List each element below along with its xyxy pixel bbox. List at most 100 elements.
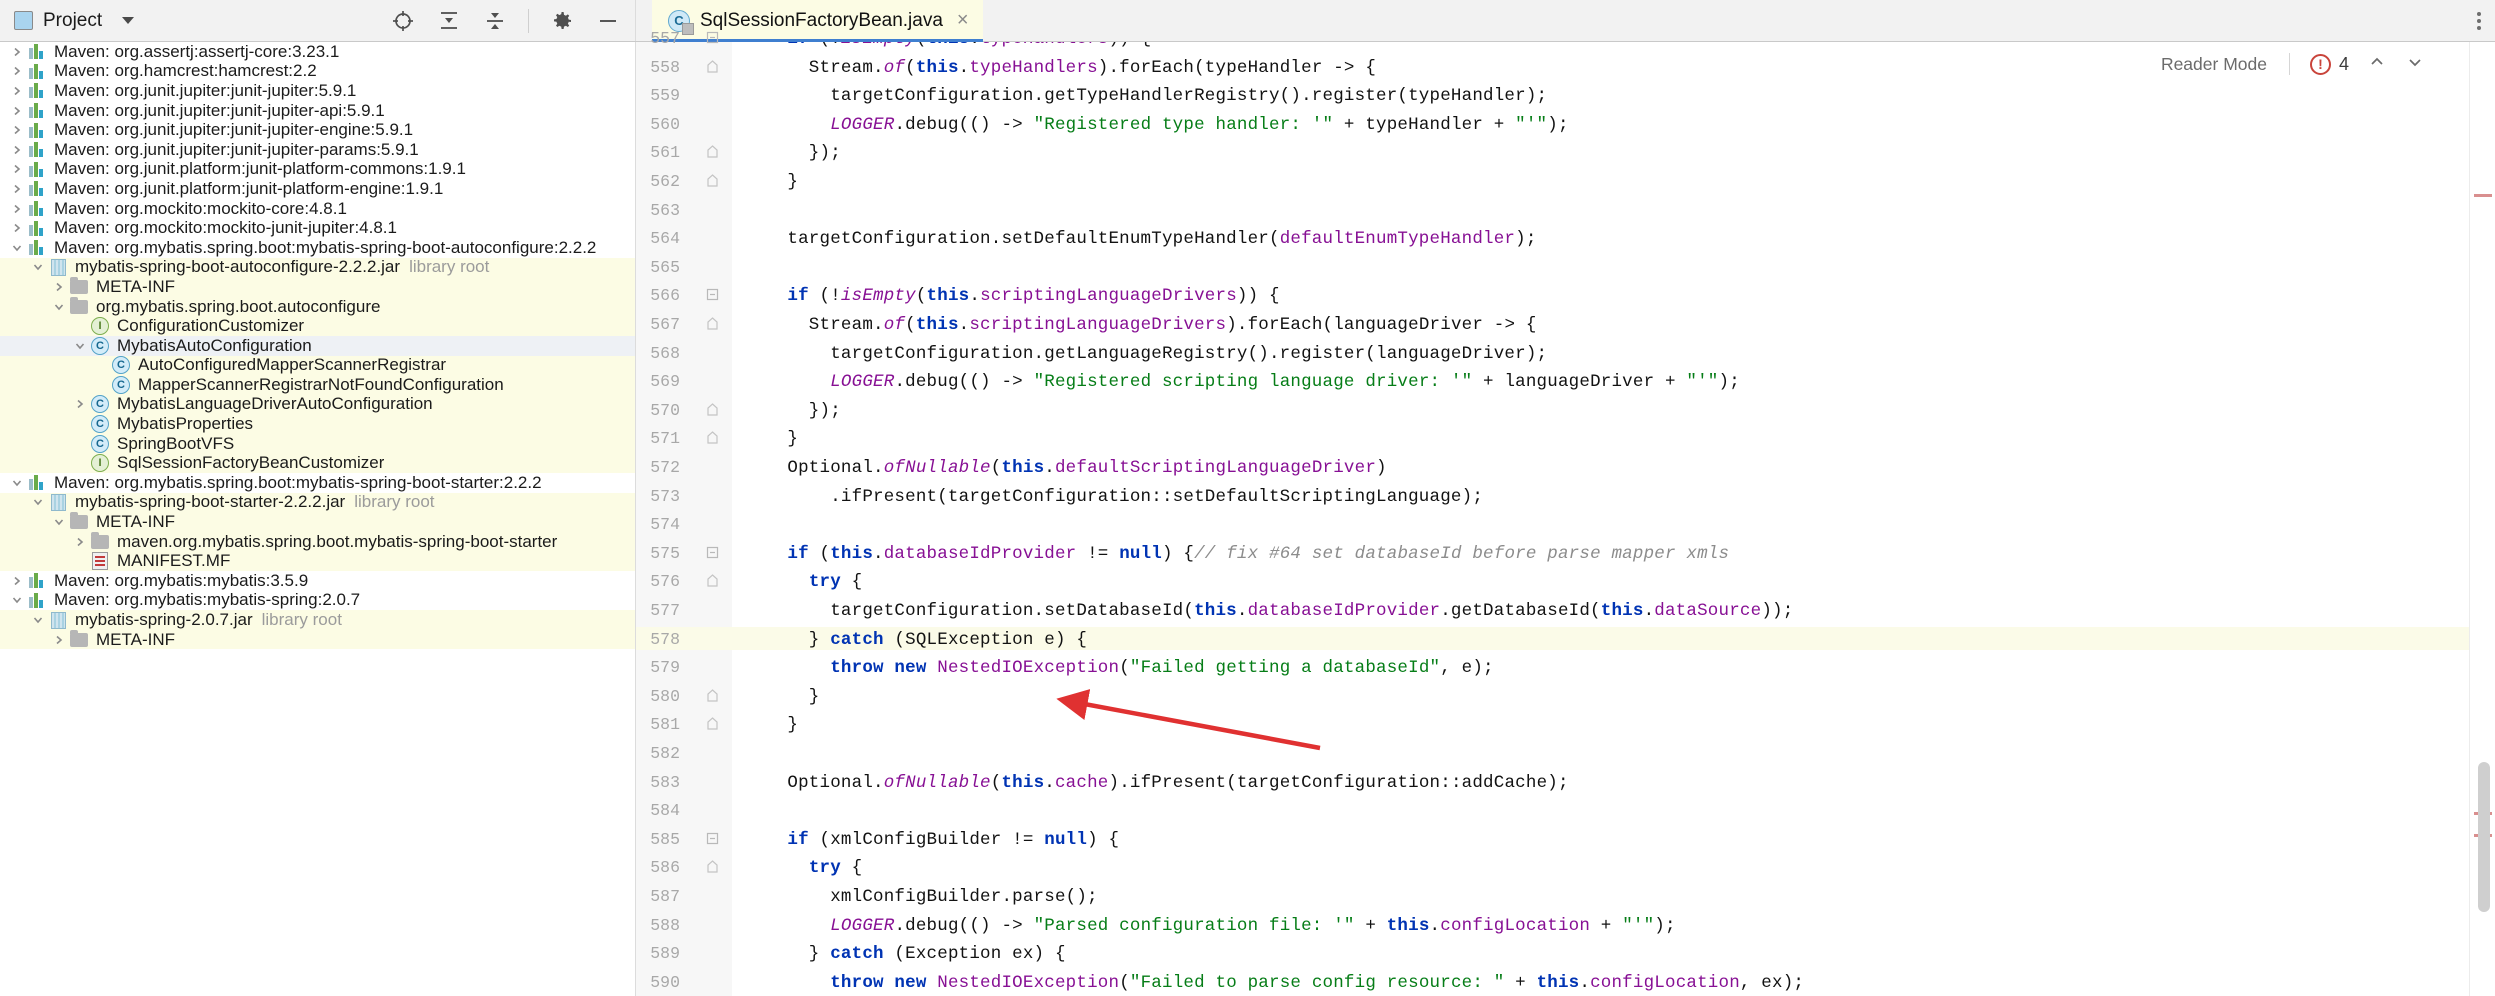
tree-row[interactable]: I SqlSessionFactoryBeanCustomizer (0, 453, 635, 474)
code-line[interactable]: targetConfiguration.setDatabaseId(this.d… (766, 601, 1793, 621)
chevron-down-icon[interactable] (8, 477, 26, 489)
code-line[interactable]: if (xmlConfigBuilder != null) { (766, 830, 1119, 850)
code-line[interactable]: LOGGER.debug(() -> "Registered type hand… (766, 115, 1569, 135)
tree-row[interactable]: Maven: org.assertj:assertj-core:3.23.1 (0, 42, 635, 62)
code-line[interactable]: if (!isEmpty(this.scriptingLanguageDrive… (766, 286, 1280, 306)
tree-row[interactable]: Maven: org.junit.jupiter:junit-jupiter-e… (0, 120, 635, 140)
prev-problem-icon[interactable] (2367, 52, 2387, 77)
tree-row[interactable]: Maven: org.junit.platform:junit-platform… (0, 179, 635, 199)
collapse-all-icon[interactable] (482, 8, 508, 34)
more-options-icon[interactable] (2477, 11, 2481, 30)
code-fold-marker[interactable] (706, 574, 719, 592)
tree-row[interactable]: Maven: org.mybatis:mybatis-spring:2.0.7 (0, 590, 635, 611)
tree-row[interactable]: org.mybatis.spring.boot.autoconfigure (0, 296, 635, 317)
code-line[interactable]: }); (766, 143, 841, 163)
code-line[interactable]: } catch (SQLException e) { (766, 630, 1087, 650)
close-icon[interactable]: × (957, 9, 969, 32)
code-line[interactable]: throw new NestedIOException("Failed to p… (766, 973, 1804, 993)
chevron-down-icon[interactable] (29, 614, 47, 626)
tree-row[interactable]: MANIFEST.MF (0, 551, 635, 572)
minimize-icon[interactable] (595, 8, 621, 34)
reader-mode-label[interactable]: Reader Mode (2161, 54, 2289, 75)
code-fold-marker[interactable] (706, 288, 719, 306)
tree-row[interactable]: Maven: org.junit.jupiter:junit-jupiter-a… (0, 101, 635, 121)
tree-row[interactable]: Maven: org.mybatis.spring.boot:mybatis-s… (0, 238, 635, 258)
tree-row[interactable]: Maven: org.mybatis.spring.boot:mybatis-s… (0, 473, 635, 493)
project-tree[interactable]: Maven: org.assertj:assertj-core:3.23.1 Ma… (0, 42, 636, 996)
code-fold-marker[interactable] (706, 174, 719, 192)
code-line[interactable]: } catch (Exception ex) { (766, 944, 1066, 964)
tree-row[interactable]: META-INF (0, 512, 635, 532)
code-line[interactable]: }); (766, 401, 841, 421)
chevron-right-icon[interactable] (8, 203, 26, 215)
chevron-right-icon[interactable] (71, 536, 89, 548)
tree-row[interactable]: META-INF (0, 629, 635, 650)
editor-marker-bar[interactable] (2469, 42, 2495, 996)
code-fold-marker[interactable] (706, 59, 719, 78)
code-fold-marker[interactable] (706, 145, 719, 163)
chevron-down-icon[interactable] (8, 242, 26, 254)
chevron-right-icon[interactable] (8, 124, 26, 136)
code-fold-marker[interactable] (706, 832, 719, 850)
tree-row[interactable]: Maven: org.junit.jupiter:junit-jupiter:5… (0, 81, 635, 101)
code-line[interactable]: LOGGER.debug(() -> "Registered scripting… (766, 372, 1740, 392)
code-fold-marker[interactable] (706, 31, 719, 49)
chevron-right-icon[interactable] (8, 105, 26, 117)
problem-marker[interactable] (2474, 194, 2492, 197)
code-line[interactable]: } (766, 172, 798, 192)
chevron-down-icon[interactable] (50, 516, 68, 528)
code-line[interactable]: } (766, 715, 798, 735)
code-line[interactable]: Optional.ofNullable(this.defaultScriptin… (766, 458, 1387, 478)
tree-row[interactable]: mybatis-spring-boot-autoconfigure-2.2.2.… (0, 257, 635, 278)
chevron-down-icon[interactable] (29, 496, 47, 508)
chevron-right-icon[interactable] (50, 281, 68, 293)
code-content[interactable]: Reader Mode ! 4 if (!isEmpty(this.typeHa… (732, 42, 2469, 996)
code-line[interactable]: Stream.of(this.typeHandlers).forEach(typ… (766, 58, 1376, 78)
code-line[interactable]: throw new NestedIOException("Failed gett… (766, 658, 1494, 678)
chevron-right-icon[interactable] (8, 65, 26, 77)
tree-row[interactable]: Maven: org.junit.jupiter:junit-jupiter-p… (0, 140, 635, 160)
tree-row[interactable]: mybatis-spring-boot-starter-2.2.2.jar lib… (0, 492, 635, 513)
chevron-down-icon[interactable] (122, 17, 135, 24)
tree-row[interactable]: C MybatisProperties (0, 414, 635, 434)
code-fold-marker[interactable] (706, 717, 719, 735)
tree-row[interactable]: C AutoConfiguredMapperScannerRegistrar (0, 355, 635, 376)
chevron-right-icon[interactable] (71, 398, 89, 410)
code-fold-marker[interactable] (706, 546, 719, 564)
chevron-down-icon[interactable] (8, 594, 26, 606)
code-line[interactable]: try { (766, 572, 862, 592)
chevron-right-icon[interactable] (8, 575, 26, 587)
code-line[interactable]: LOGGER.debug(() -> "Parsed configuration… (766, 916, 1676, 936)
chevron-right-icon[interactable] (8, 183, 26, 195)
tree-row[interactable]: Maven: org.mockito:mockito-junit-jupiter… (0, 218, 635, 238)
tree-row[interactable]: I ConfigurationCustomizer (0, 316, 635, 336)
tree-row-selected[interactable]: C MybatisAutoConfiguration (0, 336, 635, 356)
code-line[interactable]: xmlConfigBuilder.parse(); (766, 887, 1098, 907)
code-fold-marker[interactable] (706, 402, 719, 421)
code-line[interactable]: try { (766, 858, 862, 878)
chevron-down-icon[interactable] (71, 340, 89, 352)
code-line[interactable]: targetConfiguration.getTypeHandlerRegist… (766, 86, 1547, 106)
next-problem-icon[interactable] (2405, 52, 2425, 77)
tree-row[interactable]: Maven: org.mockito:mockito-core:4.8.1 (0, 199, 635, 219)
editor-tab-sqlsessionfactorybean[interactable]: C SqlSessionFactoryBean.java × (652, 0, 983, 42)
chevron-right-icon[interactable] (8, 222, 26, 234)
chevron-down-icon[interactable] (50, 301, 68, 313)
editor-scrollbar-thumb[interactable] (2478, 762, 2490, 912)
tree-row[interactable]: mybatis-spring-2.0.7.jar library root (0, 610, 635, 630)
chevron-right-icon[interactable] (8, 46, 26, 58)
expand-all-icon[interactable] (436, 8, 462, 34)
chevron-right-icon[interactable] (50, 634, 68, 646)
code-line[interactable]: targetConfiguration.setDefaultEnumTypeHa… (766, 229, 1537, 249)
gear-icon[interactable] (549, 8, 575, 34)
chevron-right-icon[interactable] (8, 163, 26, 175)
chevron-right-icon[interactable] (8, 144, 26, 156)
code-fold-marker[interactable] (706, 688, 719, 707)
code-line[interactable]: } (766, 429, 798, 449)
tree-row[interactable]: META-INF (0, 276, 635, 297)
tree-row[interactable]: C SpringBootVFS (0, 434, 635, 454)
code-line[interactable]: if (!isEmpty(this.typeHandlers)) { (766, 42, 1151, 49)
code-line[interactable]: if (this.databaseIdProvider != null) {//… (766, 544, 1729, 564)
tree-row[interactable]: Maven: org.junit.platform:junit-platform… (0, 159, 635, 180)
tree-row[interactable]: C MapperScannerRegistrarNotFoundConfigura… (0, 375, 635, 395)
